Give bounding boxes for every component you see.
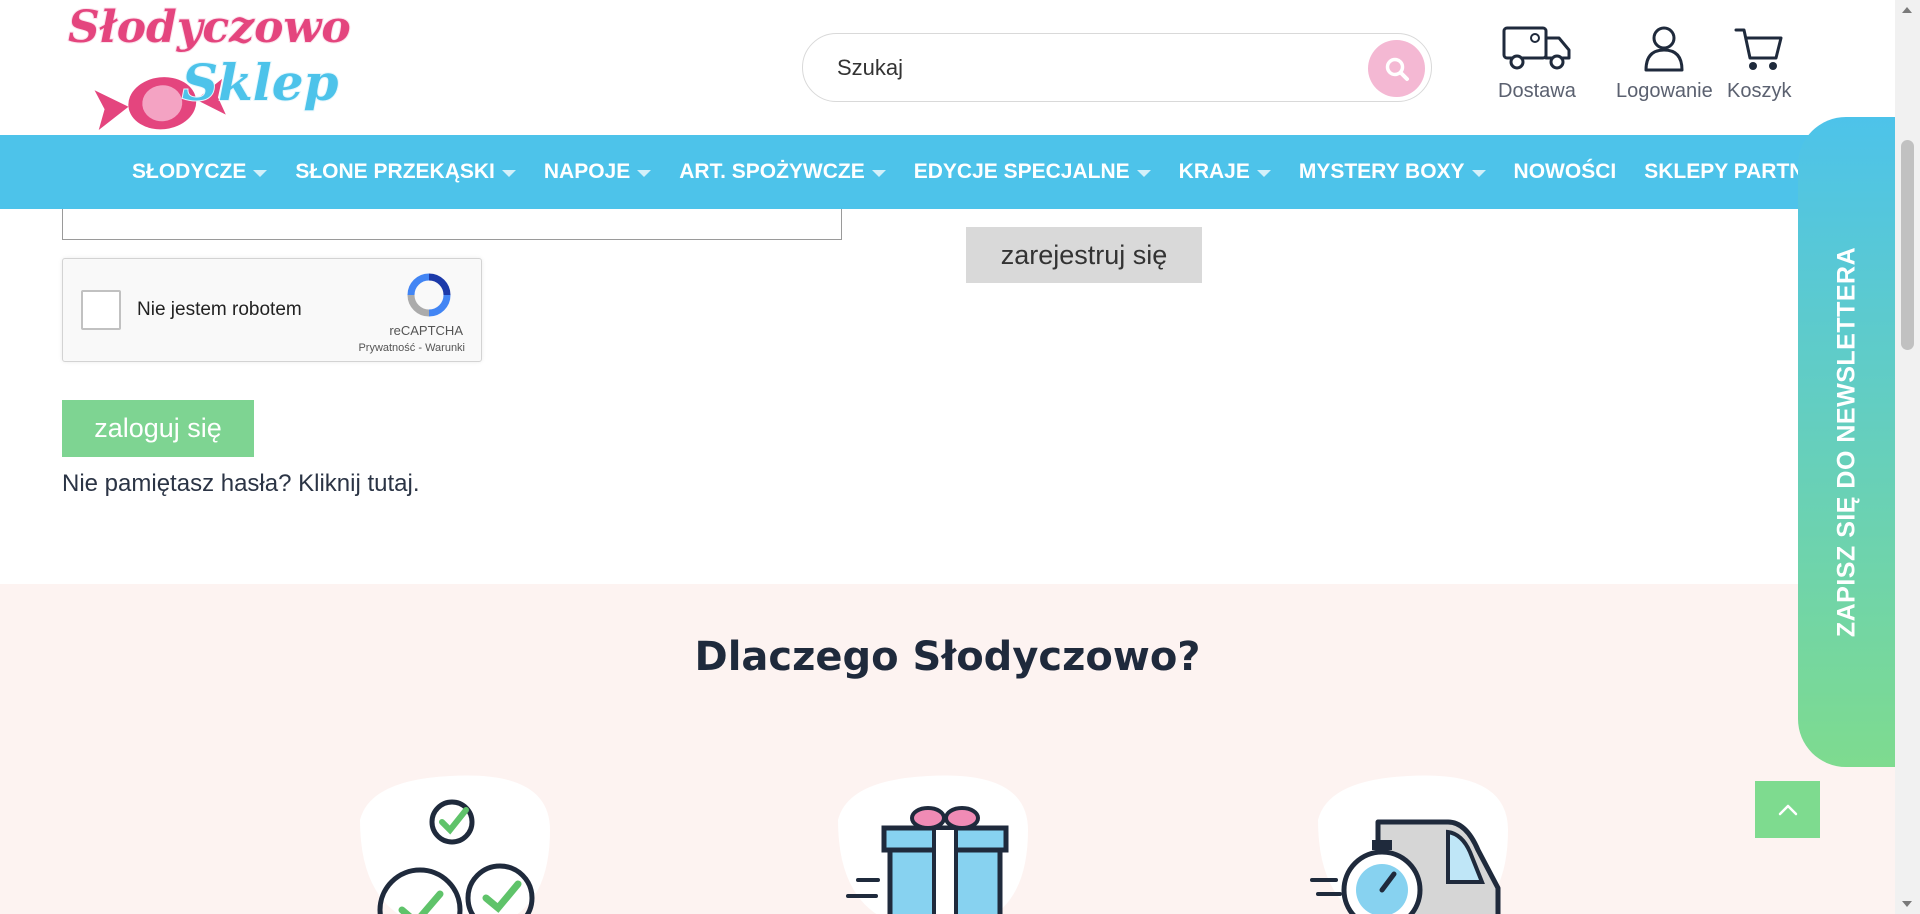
scroll-up-arrow-icon[interactable]	[1902, 7, 1912, 13]
nav-item-nowości[interactable]: NOWOŚCI	[1514, 160, 1617, 184]
nav-item-kraje[interactable]: KRAJE	[1179, 160, 1271, 184]
delivery-label: Dostawa	[1498, 80, 1576, 102]
page-scrollbar[interactable]	[1895, 0, 1920, 914]
login-button[interactable]: zaloguj się	[62, 400, 254, 457]
logo-line-1: Słodyczowo	[68, 2, 351, 53]
forgot-password-link[interactable]: Nie pamiętasz hasła? Kliknij tutaj.	[62, 470, 420, 498]
caret-down-icon	[871, 169, 886, 177]
checkmarks-illustration	[340, 770, 570, 914]
nav-item-label: ART. SPOŻYWCZE	[679, 160, 865, 183]
login-label: Logowanie	[1616, 80, 1713, 102]
delivery-link[interactable]: Dostawa	[1498, 24, 1576, 103]
chevron-up-icon	[1778, 804, 1797, 815]
user-icon	[1644, 26, 1684, 72]
recaptcha-links[interactable]: Prywatność - Warunki	[358, 342, 465, 354]
newsletter-label: ZAPISZ SIĘ DO NEWSLETTERA	[1832, 246, 1860, 638]
search-button[interactable]	[1368, 40, 1425, 97]
cart-icon	[1734, 28, 1783, 70]
login-link[interactable]: Logowanie	[1616, 24, 1713, 103]
why-title: Dlaczego Słodyczowo?	[694, 634, 1201, 680]
scroll-to-top-button[interactable]	[1755, 781, 1820, 838]
site-header: Słodyczowo Sklep Dostawa Logowanie	[0, 0, 1895, 135]
delivery-illustration	[1298, 770, 1528, 914]
nav-item-mystery-boxy[interactable]: MYSTERY BOXY	[1299, 160, 1486, 184]
caret-down-icon	[1136, 169, 1151, 177]
recaptcha-checkbox[interactable]	[81, 290, 121, 330]
nav-item-label: KRAJE	[1178, 160, 1250, 183]
nav-item-napoje[interactable]: NAPOJE	[543, 160, 652, 184]
newsletter-tab[interactable]: ZAPISZ SIĘ DO NEWSLETTERA	[1798, 117, 1895, 767]
caret-down-icon	[253, 169, 268, 177]
recaptcha-brand: reCAPTCHA	[389, 323, 463, 338]
recaptcha-icon	[407, 273, 451, 317]
scroll-down-arrow-icon[interactable]	[1902, 901, 1912, 907]
search-bar	[802, 33, 1432, 102]
register-button[interactable]: zarejestruj się	[966, 227, 1202, 283]
recaptcha-label: Nie jestem robotem	[137, 299, 302, 320]
scrollbar-thumb[interactable]	[1901, 140, 1914, 350]
nav-item-label: EDYCJE SPECJALNE	[913, 160, 1130, 183]
gift-illustration	[818, 770, 1048, 914]
search-icon	[1385, 57, 1409, 81]
logo[interactable]: Słodyczowo Sklep	[62, 0, 362, 133]
caret-down-icon	[637, 169, 652, 177]
cart-link[interactable]: Koszyk	[1727, 26, 1791, 103]
recaptcha-widget: Nie jestem robotem reCAPTCHA Prywatność …	[62, 258, 482, 362]
caret-down-icon	[1471, 169, 1486, 177]
nav-item-label: MYSTERY BOXY	[1298, 160, 1465, 183]
checkmark-people-icon	[360, 775, 550, 914]
nav-item-label: SŁODYCZE	[132, 160, 247, 183]
nav-item-słone-przekąski[interactable]: SŁONE PRZEKĄSKI	[295, 160, 516, 184]
nav-item-art-spożywcze[interactable]: ART. SPOŻYWCZE	[679, 160, 886, 184]
caret-down-icon	[1256, 169, 1271, 177]
nav-item-label: SŁONE PRZEKĄSKI	[295, 160, 495, 183]
why-section: Dlaczego Słodyczowo?	[0, 584, 1895, 914]
caret-down-icon	[501, 169, 516, 177]
stopwatch-van-icon	[1310, 775, 1508, 914]
cart-label: Koszyk	[1727, 80, 1792, 102]
logo-line-2: Sklep	[182, 53, 339, 112]
search-input[interactable]	[837, 52, 1317, 84]
nav-item-label: NOWOŚCI	[1513, 160, 1617, 183]
nav-item-label: NAPOJE	[543, 160, 631, 183]
main-navigation: SŁODYCZE SŁONE PRZEKĄSKI NAPOJE ART. SPOŻYW…	[0, 135, 1904, 209]
gift-box-icon	[838, 775, 1028, 914]
truck-icon	[1502, 26, 1571, 70]
nav-item-edycje-specjalne[interactable]: EDYCJE SPECJALNE	[914, 160, 1151, 184]
nav-item-słodycze[interactable]: SŁODYCZE	[132, 160, 268, 184]
